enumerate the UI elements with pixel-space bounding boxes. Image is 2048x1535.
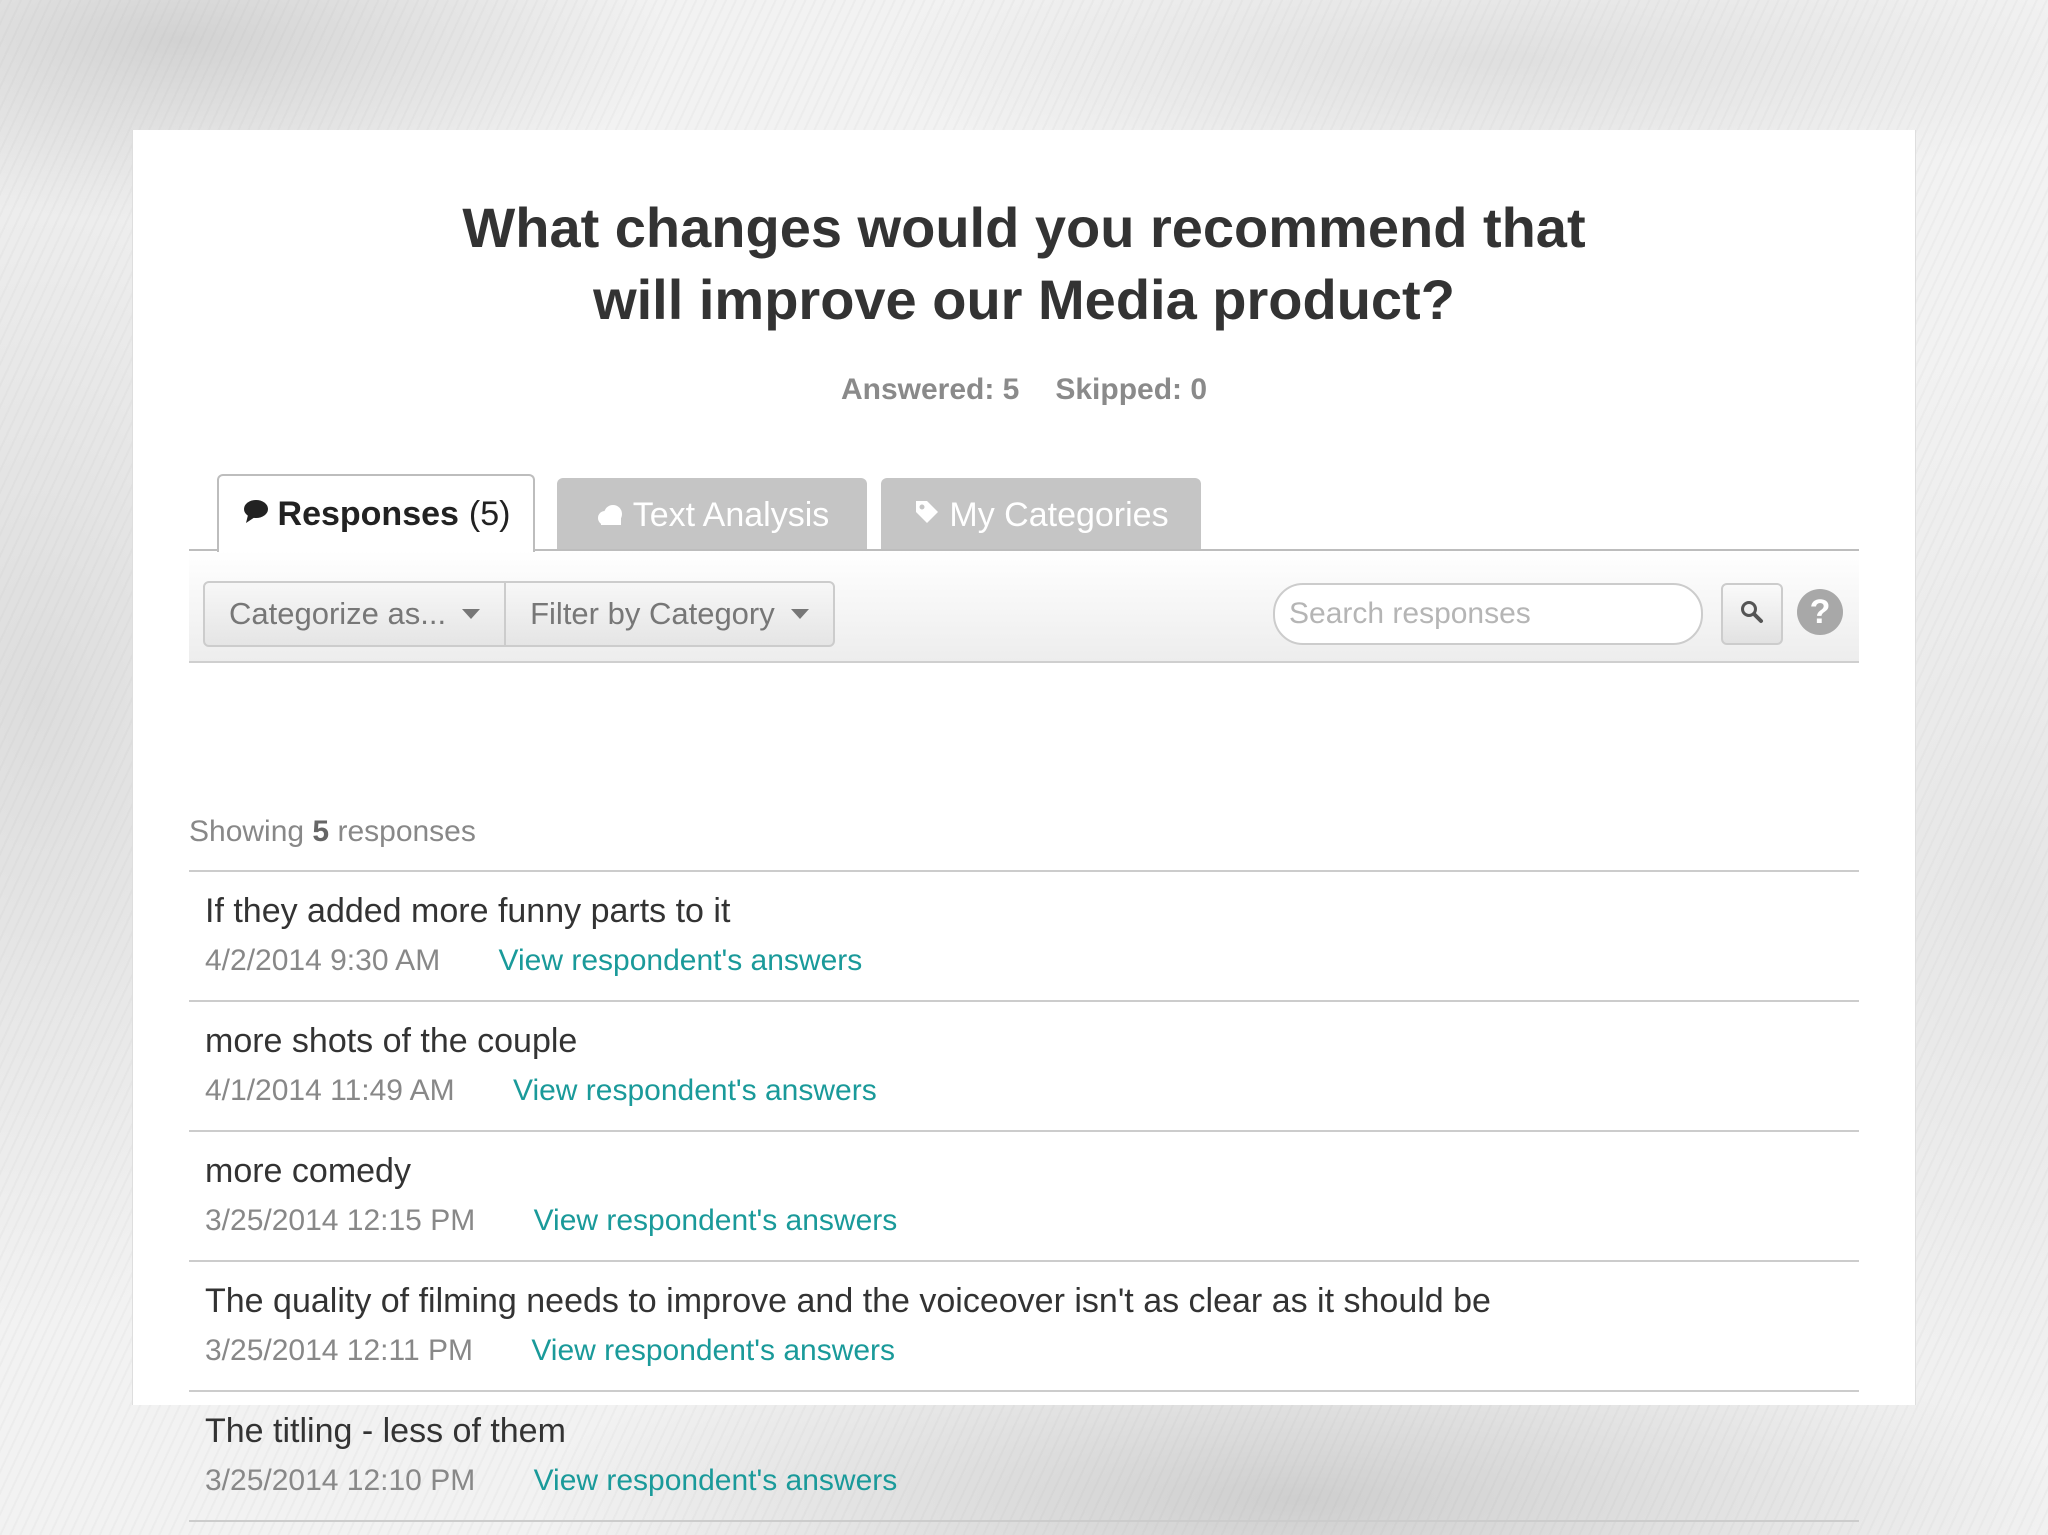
view-respondent-answers-link[interactable]: View respondent's answers [513,1074,877,1107]
caret-down-icon [790,609,809,619]
tab-responses-label: Responses [277,494,459,533]
help-button[interactable]: ? [1797,589,1843,635]
tab-my-categories-label: My Categories [949,495,1169,534]
filter-by-category-label: Filter by Category [530,596,775,631]
response-date: 3/25/2014 12:15 PM [205,1204,476,1237]
response-meta: 4/2/2014 9:30 AM View respondent's answe… [205,944,862,978]
action-button-group: Categorize as... Filter by Category [203,581,835,647]
response-list: If they added more funny parts to it 4/2… [189,870,1859,1522]
response-date: 4/1/2014 11:49 AM [205,1074,455,1107]
response-date: 3/25/2014 12:10 PM [205,1464,476,1497]
tab-responses[interactable]: Responses (5) [217,474,535,552]
tab-text-analysis[interactable]: Text Analysis [557,478,867,552]
showing-suffix: responses [337,815,476,848]
tab-responses-count: (5) [468,494,511,533]
response-meta: 3/25/2014 12:11 PM View respondent's ans… [205,1334,895,1368]
question-title-line-1: What changes would you recommend that [462,196,1586,259]
tab-text-analysis-label: Text Analysis [632,495,830,534]
showing-count: Showing 5 responses [189,815,476,849]
question-title: What changes would you recommend that wi… [133,192,1915,336]
speech-bubble-icon [242,495,270,534]
view-respondent-answers-link[interactable]: View respondent's answers [534,1204,898,1237]
tag-icon [913,496,941,535]
response-meta: 3/25/2014 12:10 PM View respondent's ans… [205,1464,897,1498]
response-stats: Answered: 5 Skipped: 0 [133,373,1915,407]
answered-count: Answered: 5 [840,373,1020,406]
filter-by-category-dropdown[interactable]: Filter by Category [504,583,833,645]
tab-my-categories[interactable]: My Categories [881,478,1201,552]
response-text: more shots of the couple [205,1022,578,1060]
view-respondent-answers-link[interactable]: View respondent's answers [499,944,863,977]
showing-number: 5 [312,815,330,848]
response-item: The quality of filming needs to improve … [189,1262,1859,1392]
cloud-icon [595,496,625,535]
response-item: If they added more funny parts to it 4/2… [189,872,1859,1002]
response-item: more shots of the couple 4/1/2014 11:49 … [189,1002,1859,1132]
response-item: more comedy 3/25/2014 12:15 PM View resp… [189,1132,1859,1262]
skipped-count: Skipped: 0 [1055,373,1208,406]
response-date: 3/25/2014 12:11 PM [205,1334,473,1367]
search-icon [1739,599,1765,630]
toolbar: Categorize as... Filter by Category ? [189,551,1859,663]
categorize-as-dropdown[interactable]: Categorize as... [205,583,504,645]
response-text: The titling - less of them [205,1412,566,1450]
search-button[interactable] [1721,583,1783,645]
view-respondent-answers-link[interactable]: View respondent's answers [534,1464,898,1497]
response-meta: 4/1/2014 11:49 AM View respondent's answ… [205,1074,877,1108]
response-date: 4/2/2014 9:30 AM [205,944,441,977]
caret-down-icon [462,609,481,619]
search-input[interactable] [1273,583,1703,645]
response-text: The quality of filming needs to improve … [205,1282,1491,1320]
question-panel: What changes would you recommend that wi… [132,130,1916,1522]
response-item: The titling - less of them 3/25/2014 12:… [189,1392,1859,1522]
question-title-line-2: will improve our Media product? [593,268,1455,331]
response-text: If they added more funny parts to it [205,892,731,930]
response-meta: 3/25/2014 12:15 PM View respondent's ans… [205,1204,897,1238]
response-text: more comedy [205,1152,411,1190]
help-icon: ? [1809,592,1831,631]
categorize-as-label: Categorize as... [229,596,447,631]
view-respondent-answers-link[interactable]: View respondent's answers [531,1334,895,1367]
showing-prefix: Showing [189,815,305,848]
